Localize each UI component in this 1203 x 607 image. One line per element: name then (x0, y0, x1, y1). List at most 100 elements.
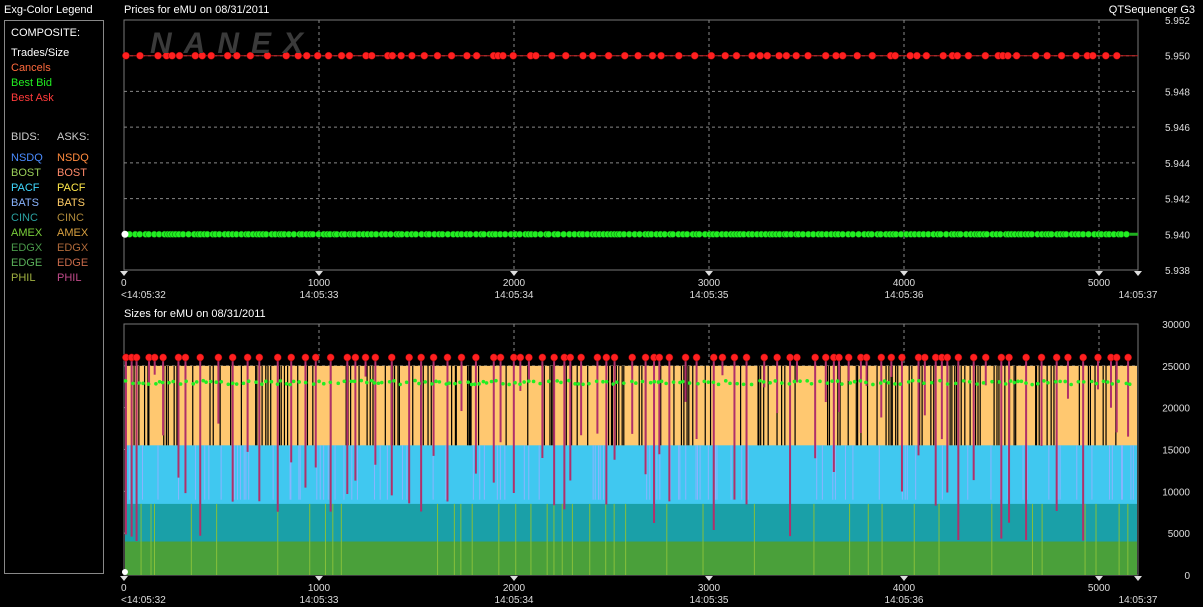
x-tick-label: 3000 (698, 583, 721, 594)
size-streak (716, 445, 718, 500)
size-streak (499, 445, 501, 500)
size-gap (422, 365, 424, 446)
size-gap (1004, 365, 1006, 446)
bid-size-point (1003, 382, 1008, 386)
best-ask-point (388, 51, 397, 60)
size-streak (816, 445, 818, 500)
size-gap (451, 365, 453, 446)
bid-size-point (640, 379, 645, 384)
y-tick-label: 25000 (1162, 362, 1190, 373)
size-streak (656, 445, 658, 500)
ask-size-point (835, 353, 843, 362)
size-streak (1059, 445, 1061, 500)
size-gap (587, 365, 589, 446)
best-bid-point (412, 230, 420, 238)
size-streak (1091, 445, 1093, 500)
best-ask-point (913, 51, 921, 60)
size-gap (430, 365, 432, 446)
size-streak (1031, 503, 1033, 575)
bid-size-point (167, 380, 171, 385)
bid-size-point (728, 381, 732, 386)
size-gap (891, 365, 893, 446)
size-gap (372, 365, 374, 446)
y-tick-label: 0 (1184, 571, 1190, 582)
bid-size-point (1094, 381, 1099, 386)
x-time-label: 14:05:35 (690, 595, 729, 606)
bid-size-point (352, 379, 357, 384)
bid-size-point (858, 379, 863, 383)
size-gap (176, 365, 178, 446)
bid-size-point (123, 379, 128, 383)
best-ask-point (756, 51, 765, 60)
size-streak (154, 503, 156, 575)
size-streak (906, 445, 908, 500)
y-tick-label: 5.948 (1165, 87, 1190, 98)
size-gap (623, 365, 625, 446)
size-streak (730, 445, 732, 500)
bid-size-point (825, 381, 830, 385)
bid-size-point (945, 382, 950, 386)
ask-size-point (786, 353, 794, 362)
size-gap (828, 365, 831, 446)
ask-size-point (301, 353, 310, 362)
bid-size-point (1076, 380, 1081, 384)
ask-size-point (150, 353, 159, 362)
best-ask-point (1031, 51, 1040, 60)
bid-size-point (792, 379, 797, 384)
size-streak (813, 503, 815, 575)
best-bid-point (868, 230, 876, 238)
ask-size-point (1005, 353, 1013, 362)
size-gap (998, 365, 1000, 446)
x-time-label: <14:05:32 (121, 595, 166, 606)
size-streak (938, 503, 940, 575)
bid-size-point (702, 379, 707, 384)
ask-size-point (443, 353, 452, 362)
bid-size-point (878, 381, 883, 385)
size-gap (261, 365, 263, 446)
size-streak (334, 445, 336, 500)
nanex-watermark: NANEX (150, 27, 316, 60)
x-tick-mark (1095, 271, 1103, 276)
best-bid-point (560, 230, 568, 238)
ask-size-point (496, 353, 505, 362)
bid-size-point (852, 379, 857, 384)
best-ask-point (707, 51, 716, 60)
bid-size-point (981, 381, 986, 385)
ask-size-point (655, 353, 664, 362)
bid-size-point (990, 379, 994, 384)
size-streak (483, 445, 485, 500)
bid-size-point (758, 378, 762, 383)
bid-size-point (898, 382, 903, 386)
size-gap (784, 365, 786, 446)
bid-size-point (741, 382, 746, 387)
size-gap (366, 365, 368, 446)
size-gap (930, 365, 932, 446)
bid-size-point (835, 379, 840, 383)
size-streak (528, 445, 530, 500)
best-ask-point (588, 51, 597, 60)
size-streak (625, 503, 627, 575)
size-gap (680, 365, 683, 446)
size-streak (753, 503, 755, 575)
y-tick-label: 20000 (1162, 404, 1190, 415)
ask-size-point (132, 353, 141, 362)
bid-size-point (634, 381, 638, 385)
bid-size-point (437, 380, 442, 384)
bid-size-point (893, 382, 897, 386)
size-gap (908, 365, 910, 446)
x-time-label: 14:05:33 (300, 595, 339, 606)
bid-size-point (938, 378, 942, 383)
size-gap (688, 365, 690, 446)
bid-size-point (328, 380, 333, 385)
ask-size-point (1064, 353, 1072, 362)
ask-size-point (773, 353, 781, 362)
x-tick-mark (900, 271, 908, 276)
best-ask-point (763, 51, 772, 60)
ask-size-point (255, 353, 264, 362)
size-streak (1118, 503, 1120, 575)
size-streak (603, 445, 605, 500)
bid-size-point (527, 379, 531, 383)
best-bid-point (683, 230, 691, 238)
bid-size-point (131, 381, 135, 386)
ask-size-point (538, 353, 547, 362)
